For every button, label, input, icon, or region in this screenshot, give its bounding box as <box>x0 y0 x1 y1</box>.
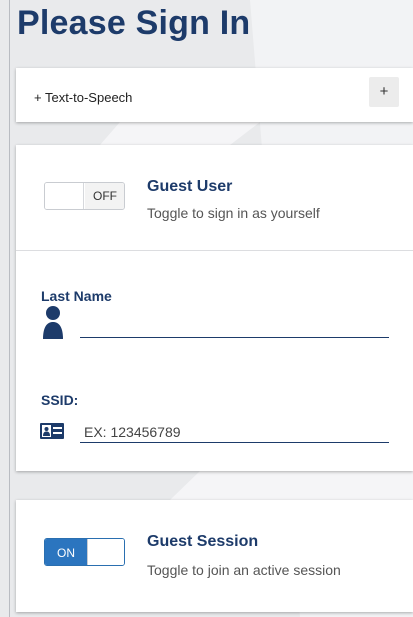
ssid-label: SSID: <box>41 392 79 408</box>
text-to-speech-panel: + Text-to-Speech + <box>16 68 413 122</box>
text-to-speech-expand-button[interactable]: + <box>369 77 399 107</box>
guest-session-toggle-state: ON <box>45 539 87 565</box>
guest-user-toggle-state: OFF <box>85 183 124 209</box>
section-divider <box>16 250 413 251</box>
guest-user-toggle[interactable]: OFF <box>44 182 125 210</box>
user-icon <box>43 306 63 339</box>
guest-session-title: Guest Session <box>147 533 259 550</box>
id-card-icon <box>40 423 64 439</box>
last-name-label: Last Name <box>41 288 112 304</box>
page-title: Please Sign In <box>17 4 251 42</box>
guest-session-panel: ON Guest Session Toggle to join an activ… <box>16 500 413 612</box>
guest-user-description: Toggle to sign in as yourself <box>147 205 320 221</box>
guest-user-title: Guest User <box>147 178 233 195</box>
guest-session-description: Toggle to join an active session <box>147 562 341 578</box>
toggle-knob <box>45 183 84 209</box>
guest-session-toggle[interactable]: ON <box>44 538 125 566</box>
last-name-input[interactable] <box>80 316 389 338</box>
guest-user-panel: OFF Guest User Toggle to sign in as your… <box>16 145 413 471</box>
ssid-input[interactable] <box>80 421 389 443</box>
toggle-knob <box>87 539 124 565</box>
left-border <box>9 0 10 617</box>
text-to-speech-label[interactable]: + Text-to-Speech <box>34 90 132 105</box>
